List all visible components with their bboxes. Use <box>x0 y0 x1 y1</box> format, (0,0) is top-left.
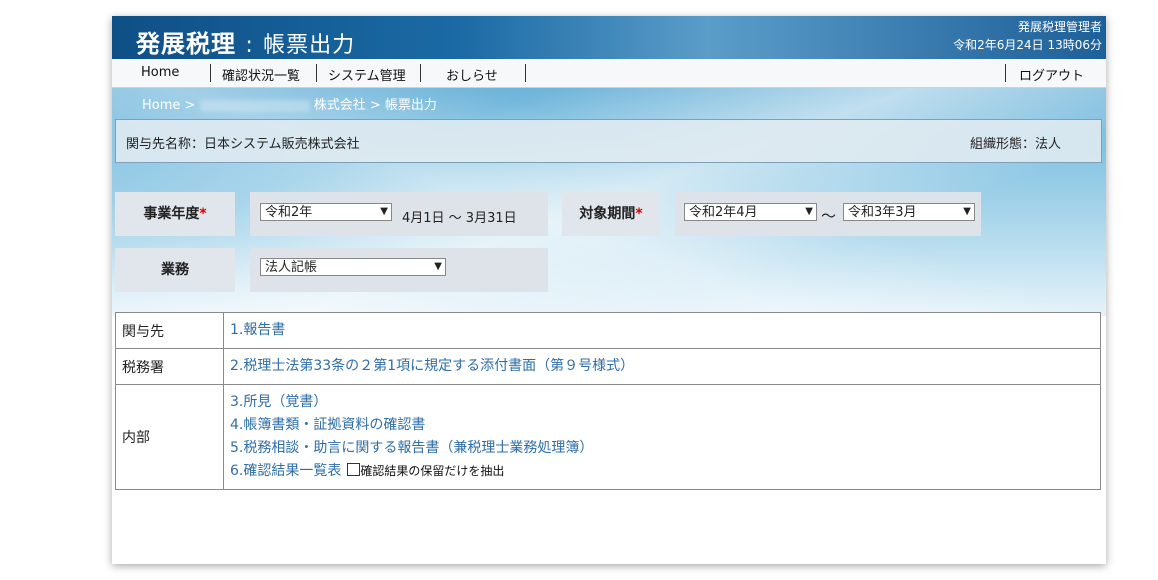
required-mark: * <box>199 206 207 222</box>
breadcrumb-separator: > <box>184 98 196 113</box>
period-tilde: ～ <box>821 207 837 225</box>
menu-divider <box>210 64 211 82</box>
doc-row-results-list: 6.確認結果一覧表 確認結果の保留だけを抽出 <box>230 460 1094 483</box>
category-cell: 内部 <box>115 384 224 490</box>
hold-only-checkbox[interactable] <box>347 463 361 476</box>
breadcrumb-current: 帳票出力 <box>384 98 437 113</box>
category-cell: 関与先 <box>115 312 224 349</box>
fiscal-year-label: 事業年度* <box>115 192 235 236</box>
doc-link-confirmation[interactable]: 4.帳簿書類・証拠資料の確認書 <box>230 414 1094 437</box>
business-select[interactable]: 法人記帳 ▼ <box>260 258 446 276</box>
user-name: 発展税理管理者 <box>1017 20 1102 34</box>
current-datetime: 令和2年6月24日 13時06分 <box>953 38 1102 52</box>
doc-link-findings[interactable]: 3.所見（覚書） <box>230 391 1094 414</box>
title-bar: 発展税理 : 帳票出力 発展税理管理者 令和2年6月24日 13時06分 <box>112 16 1106 59</box>
app-name: 発展税理 <box>136 30 236 58</box>
fiscal-year-panel: 令和2年 ▼ 4月1日 ～ 3月31日 <box>250 192 548 236</box>
required-mark: * <box>635 206 643 222</box>
menu-divider <box>316 64 317 82</box>
items-cell: 1.報告書 <box>223 312 1101 349</box>
documents-table: 関与先 1.報告書 税務署 2.税理士法第33条の２第1項に規定する添付書面（第… <box>115 312 1101 490</box>
client-name: 関与先名称：日本システム販売株式会社 <box>126 137 360 152</box>
table-row: 内部 3.所見（覚書） 4.帳簿書類・証拠資料の確認書 5.税務相談・助言に関す… <box>115 384 1101 490</box>
period-from-select[interactable]: 令和2年4月 ▼ <box>684 203 817 221</box>
fiscal-year-label-text: 事業年度 <box>143 206 200 222</box>
chevron-down-icon: ▼ <box>434 261 442 272</box>
organization-type: 組織形態：法人 <box>969 137 1061 152</box>
breadcrumb-company[interactable]: 株式会社 <box>314 98 366 113</box>
period-from-value: 令和2年4月 <box>689 205 758 220</box>
items-cell: 2.税理士法第33条の２第1項に規定する添付書面（第９号様式） <box>223 348 1101 385</box>
fiscal-year-range: 4月1日 ～ 3月31日 <box>402 211 517 226</box>
menu-system-admin[interactable]: システム管理 <box>328 65 406 84</box>
chevron-down-icon: ▼ <box>805 206 813 217</box>
doc-link-report[interactable]: 1.報告書 <box>230 319 1094 342</box>
menu-home[interactable]: Home <box>141 65 179 80</box>
menu-notices[interactable]: おしらせ <box>446 65 498 84</box>
doc-link-attachment[interactable]: 2.税理士法第33条の２第1項に規定する添付書面（第９号様式） <box>230 355 1094 378</box>
page-title: 帳票出力 <box>263 33 356 58</box>
redacted-company-name <box>199 99 310 112</box>
client-info-box: 関与先名称：日本システム販売株式会社 組織形態：法人 <box>115 119 1102 163</box>
table-row: 関与先 1.報告書 <box>115 312 1101 349</box>
target-period-panel: 令和2年4月 ▼ ～ 令和3年3月 ▼ <box>675 192 981 236</box>
target-period-label: 対象期間* <box>562 192 660 236</box>
doc-link-results-list[interactable]: 6.確認結果一覧表 <box>230 463 341 479</box>
menu-divider <box>525 64 526 82</box>
hold-only-label: 確認結果の保留だけを抽出 <box>360 464 505 478</box>
app-window: 発展税理 : 帳票出力 発展税理管理者 令和2年6月24日 13時06分 Hom… <box>112 16 1106 564</box>
fiscal-year-value: 令和2年 <box>265 205 313 220</box>
period-to-select[interactable]: 令和3年3月 ▼ <box>843 203 975 221</box>
menu-bar: Home 確認状況一覧 システム管理 おしらせ ログアウト <box>112 59 1106 88</box>
title-separator: : <box>245 33 254 58</box>
menu-confirmation-status[interactable]: 確認状況一覧 <box>222 65 300 84</box>
menu-divider <box>420 64 421 82</box>
business-value: 法人記帳 <box>265 260 318 275</box>
chevron-down-icon: ▼ <box>380 206 388 217</box>
doc-link-consultation-report[interactable]: 5.税務相談・助言に関する報告書（兼税理士業務処理簿） <box>230 437 1094 460</box>
business-label-text: 業務 <box>161 262 189 278</box>
fiscal-year-select[interactable]: 令和2年 ▼ <box>260 203 392 221</box>
breadcrumb-separator: > <box>369 98 381 113</box>
business-panel: 法人記帳 ▼ <box>250 248 548 292</box>
period-to-value: 令和3年3月 <box>848 205 917 220</box>
app-title: 発展税理 : 帳票出力 <box>136 24 355 59</box>
user-info: 発展税理管理者 令和2年6月24日 13時06分 <box>953 18 1102 54</box>
table-row: 税務署 2.税理士法第33条の２第1項に規定する添付書面（第９号様式） <box>115 348 1101 385</box>
business-label: 業務 <box>115 248 235 292</box>
menu-divider <box>1005 64 1006 82</box>
breadcrumb: Home > 株式会社 > 帳票出力 <box>142 94 437 113</box>
items-cell: 3.所見（覚書） 4.帳簿書類・証拠資料の確認書 5.税務相談・助言に関する報告… <box>223 384 1101 490</box>
target-period-label-text: 対象期間 <box>579 206 636 222</box>
breadcrumb-home[interactable]: Home <box>142 98 180 113</box>
logout-link[interactable]: ログアウト <box>1019 65 1084 84</box>
category-cell: 税務署 <box>115 348 224 385</box>
chevron-down-icon: ▼ <box>963 206 971 217</box>
